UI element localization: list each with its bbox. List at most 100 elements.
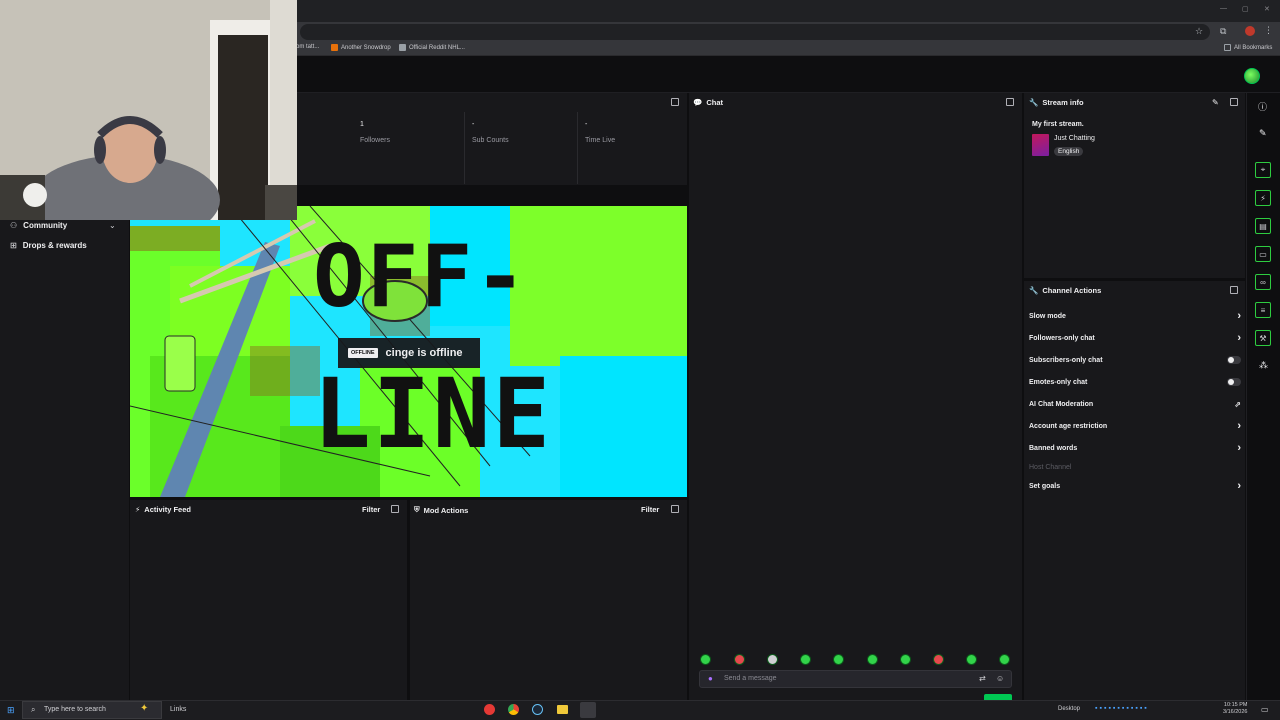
emote-icon[interactable] [933,654,944,665]
clock-date: 3/16/2026 [1223,709,1248,716]
action-banned-words[interactable]: Banned words › [1029,441,1241,455]
pencil-icon[interactable]: ✎ [1259,128,1267,139]
video-player[interactable]: OFF- LINE OFFLINE cinge is offline [130,206,687,497]
subscribers-only-toggle[interactable] [1227,356,1241,364]
action-slow-mode[interactable]: Slow mode › [1029,309,1241,323]
popout-icon[interactable] [671,98,679,106]
emote-icon[interactable] [966,654,977,665]
taskbar-app-icon[interactable] [484,704,495,715]
popout-icon[interactable] [1006,98,1014,106]
rail-nodes-icon[interactable]: ⁂ [1259,360,1268,371]
lightning-icon: ⚡ [135,505,141,514]
emote-icon[interactable] [867,654,878,665]
taskbar-clock[interactable]: 10:15 PM 3/16/2026 [1223,702,1247,716]
file-explorer-icon[interactable] [557,705,568,714]
language-tag[interactable]: English [1054,147,1084,156]
action-account-age[interactable]: Account age restriction › [1029,419,1241,433]
offline-status-text: cinge is offline [385,347,463,359]
emote-picker-icon[interactable]: ☺ [996,674,1004,683]
notification-icon[interactable]: ▭ [1261,705,1269,714]
info-icon[interactable]: ⓘ [1258,100,1267,113]
obs-active-icon[interactable] [580,702,596,718]
profile-icon[interactable] [1245,26,1255,36]
offline-status-card: OFFLINE cinge is offline [338,338,480,368]
bookmark-item[interactable]: Another Snowdrop [331,44,391,51]
mod-filter-button[interactable]: Filter [641,505,659,514]
popout-icon[interactable] [1230,286,1238,294]
activity-feed-panel [130,500,407,700]
action-host-channel: Host Channel [1029,463,1072,471]
steam-icon[interactable] [532,704,543,715]
rail-lightning-icon[interactable]: ⚡ [1255,190,1271,206]
rail-focus-icon[interactable]: ⌖ [1255,162,1271,178]
chat-placeholder: Send a message [724,675,777,682]
sidebar-item-drops[interactable]: ⊞ Drops & rewards [10,241,87,250]
emote-icon[interactable] [700,654,711,665]
extensions-icon[interactable]: ⧉ [1220,26,1226,37]
chevron-down-icon[interactable]: ⌄ [109,221,116,230]
followers-label: Followers [360,137,390,144]
edit-icon[interactable]: ✎ [1212,98,1219,107]
activity-filter-button[interactable]: Filter [362,505,380,514]
chevron-right-icon: › [1237,441,1241,454]
avatar[interactable] [1244,68,1260,84]
star-icon[interactable]: ☆ [1195,26,1203,37]
webcam-overlay [0,0,297,220]
translate-icon[interactable]: ⇄ [979,674,986,683]
sidebar-item-community[interactable]: ⚇ Community [10,221,67,230]
stream-info-header: 🔧 Stream info [1029,98,1084,107]
chat-header: 💬 Chat [693,98,724,107]
popout-icon[interactable] [391,505,399,513]
emote-icon[interactable] [800,654,811,665]
rail-stack-icon[interactable]: ≡ [1255,302,1271,318]
action-set-goals[interactable]: Set goals › [1029,479,1241,493]
rail-wrench-icon[interactable]: ⚒ [1255,330,1271,346]
rail-chat-icon[interactable]: ▭ [1255,246,1271,262]
url-omnibox[interactable] [300,24,1210,40]
maximize-icon[interactable]: ▢ [1242,5,1249,13]
emote-icon[interactable] [734,654,745,665]
clock-time: 10:15 PM [1223,702,1248,708]
windows-taskbar [0,700,1280,720]
action-followers-only[interactable]: Followers-only chat › [1029,331,1241,345]
bookmark-item[interactable]: om tatt... [296,44,319,50]
category-thumbnail[interactable] [1032,134,1049,156]
emote-icon[interactable] [833,654,844,665]
menu-icon[interactable]: ⋮ [1264,25,1273,36]
rail-link-icon[interactable]: ∞ [1255,274,1271,290]
minimize-icon[interactable]: — [1220,5,1227,12]
channel-actions-header: 🔧 Channel Actions [1029,286,1102,295]
stream-title: My first stream. [1032,121,1084,128]
wrench-icon: 🔧 [1029,98,1039,107]
mod-actions-header: ⛨ Mod Actions [414,505,469,515]
sub-count-label: Sub Counts [472,137,509,144]
bookmark-favicon-icon [331,44,338,51]
offline-art-text-bottom: LINE [313,358,553,470]
popout-icon[interactable] [671,505,679,513]
rail-document-icon[interactable]: ▤ [1255,218,1271,234]
start-icon[interactable]: ⊞ [7,705,15,716]
desktop-toolbar[interactable]: Desktop [1058,706,1080,712]
popout-icon[interactable] [1230,98,1238,106]
links-toolbar[interactable]: Links [170,706,186,713]
chevron-right-icon: › [1237,419,1241,432]
emotes-only-toggle[interactable] [1227,378,1241,386]
category-name[interactable]: Just Chatting [1054,135,1095,142]
sub-count-value: - [472,121,475,128]
close-icon[interactable]: ✕ [1264,5,1270,13]
community-icon: ⚇ [10,221,18,230]
offline-badge: OFFLINE [348,348,378,358]
microphone-icon[interactable]: ● [708,674,713,683]
chat-bubble-icon: 💬 [693,98,703,107]
gift-icon: ⊞ [10,241,17,250]
emote-icon[interactable] [767,654,778,665]
chrome-icon[interactable] [508,704,519,715]
time-live-value: - [585,121,588,128]
bookmark-item[interactable]: Official Reddit NHL... [399,44,465,51]
action-ai-moderation[interactable]: AI Chat Moderation ⇗ [1029,397,1241,411]
chevron-right-icon: › [1237,479,1241,492]
system-tray-icons[interactable]: ▪▪▪▪▪▪▪▪▪▪▪▪ [1095,705,1149,712]
emote-icon[interactable] [999,654,1010,665]
emote-icon[interactable] [900,654,911,665]
all-bookmarks[interactable]: All Bookmarks [1224,44,1272,51]
